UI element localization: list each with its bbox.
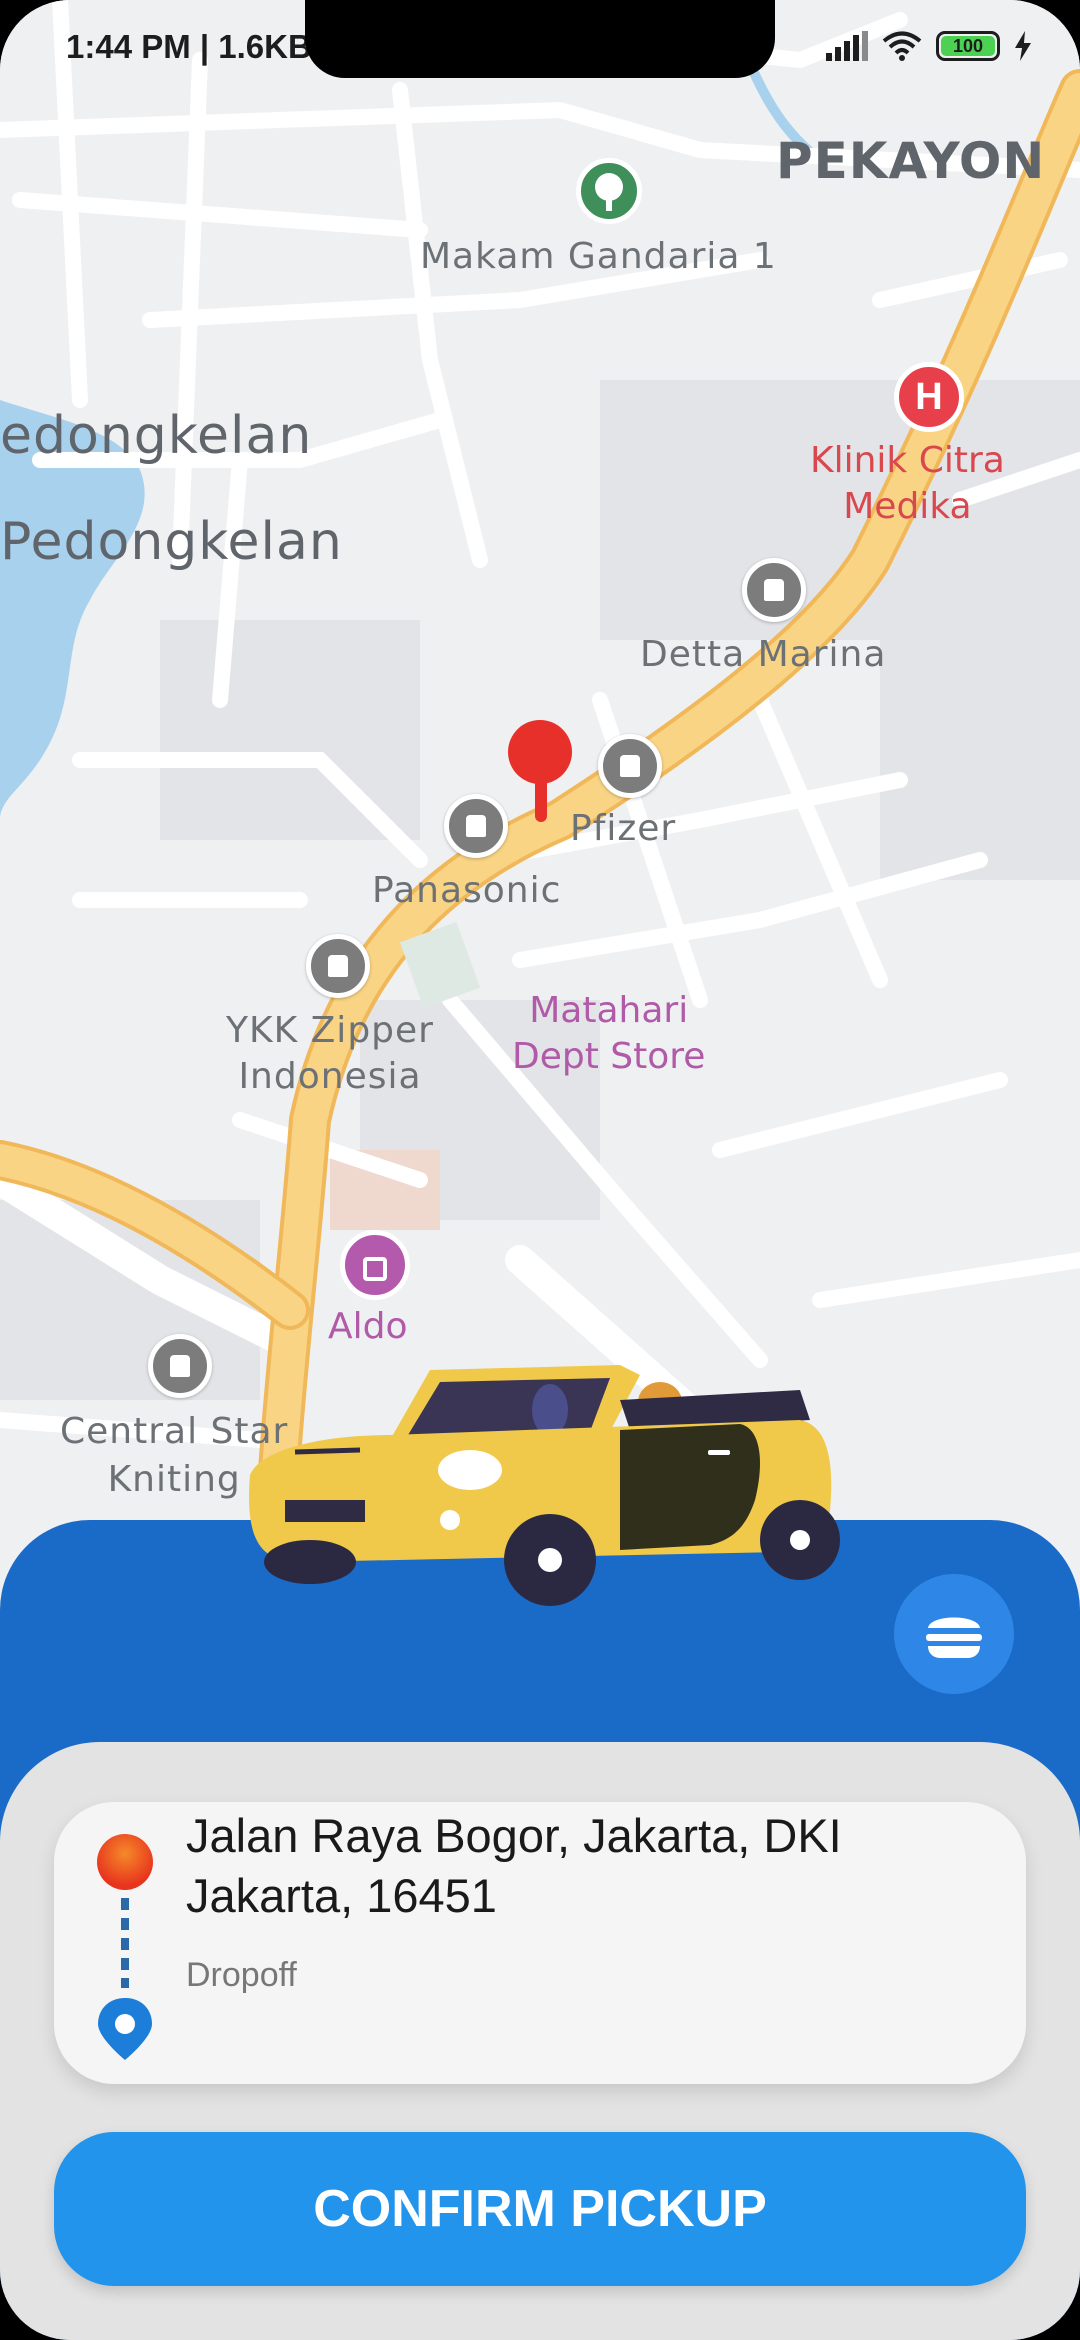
shopping-bag-icon[interactable]: [340, 1230, 410, 1300]
menu-button[interactable]: [894, 1574, 1014, 1694]
pickup-dot-icon: [97, 1834, 153, 1890]
car-illustration: [249, 1365, 840, 1606]
address-type-label: Dropoff: [186, 1956, 297, 1994]
poi-detta-marina-icon[interactable]: [742, 558, 806, 622]
map-label-makam: Makam Gandaria 1: [420, 236, 777, 277]
charging-icon: [1015, 31, 1031, 61]
dropoff-pin-icon: [98, 1998, 152, 2060]
location-pin-icon[interactable]: [505, 720, 575, 830]
park-icon[interactable]: [576, 158, 642, 224]
status-time: 1:44 PM | 1.6KB/s: [66, 28, 340, 65]
hospital-icon[interactable]: H: [894, 362, 964, 432]
map-label-detta: Detta Marina: [640, 634, 887, 675]
address-text: Jalan Raya Bogor, Jakarta, DKI Jakarta, …: [186, 1809, 842, 1922]
poi-panasonic-icon[interactable]: [444, 794, 508, 858]
confirm-pickup-button[interactable]: CONFIRM PICKUP: [54, 2132, 1026, 2286]
signal-icon: [826, 31, 868, 61]
route-dotted-line: [121, 1898, 129, 1988]
battery-icon: 100: [936, 31, 1000, 61]
map-label-pedongkelan-2: Pedongkelan: [0, 512, 343, 572]
poi-ykk-icon[interactable]: [306, 934, 370, 998]
map-label-ykk: YKK Zipper Indonesia: [226, 1010, 434, 1097]
burger-icon: [926, 1617, 982, 1658]
status-bar: 1:44 PM | 1.6KB/s 100: [0, 0, 1080, 90]
status-icons: 100: [826, 30, 1032, 62]
poi-central-star-icon[interactable]: [148, 1334, 212, 1398]
battery-level: 100: [941, 36, 995, 56]
phone-screen: H PEKAYON Makam Gandaria 1 edongkelan Pe…: [0, 0, 1080, 2340]
map-label-pedongkelan-1: edongkelan: [0, 406, 313, 466]
wifi-icon: [882, 31, 922, 61]
map-label-klinik: Klinik Citra Medika: [810, 440, 1005, 527]
map-label-matahari: Matahari Dept Store: [512, 990, 706, 1077]
map-label-pekayon: PEKAYON: [776, 132, 1046, 190]
map-label-panasonic: Panasonic: [372, 870, 562, 911]
poi-pfizer-icon[interactable]: [598, 734, 662, 798]
camera-notch: [305, 0, 775, 78]
map-label-pfizer: Pfizer: [570, 808, 677, 849]
